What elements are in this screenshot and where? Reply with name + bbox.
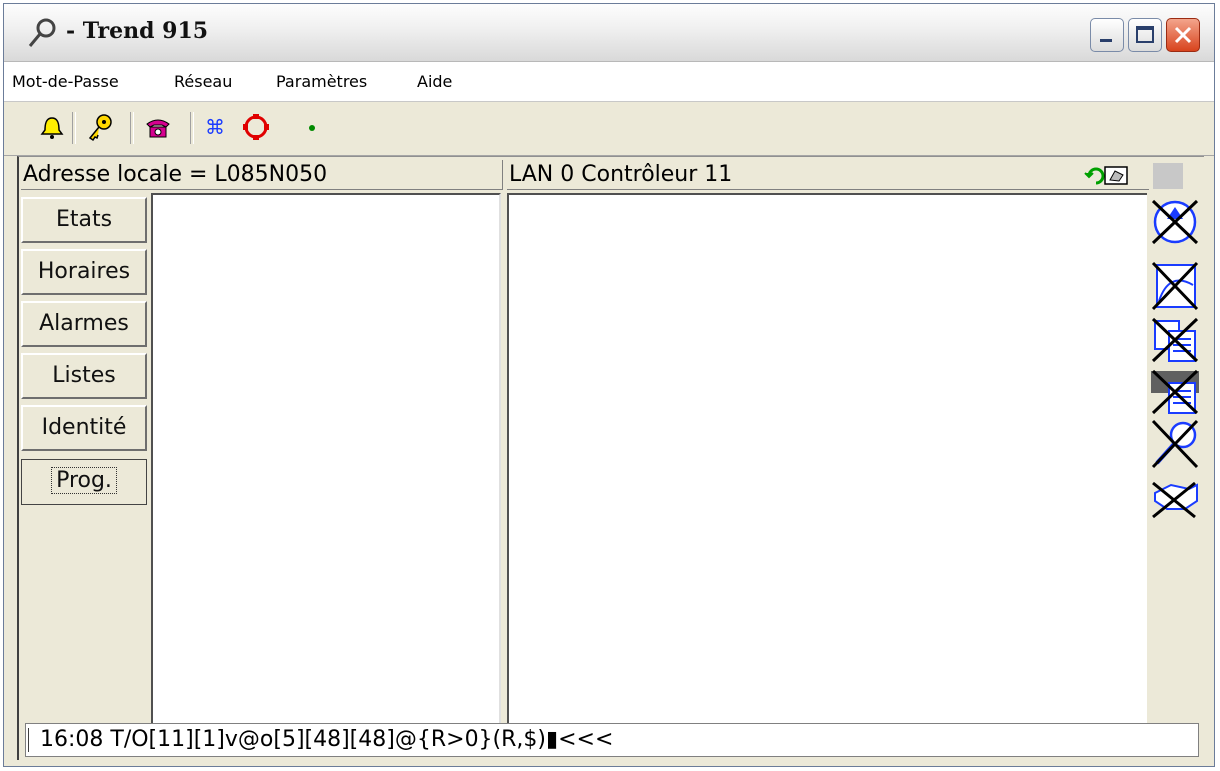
sidebar-button-identite[interactable]: Identité xyxy=(21,405,147,451)
window-title: - Trend 915 xyxy=(66,18,209,44)
handshake-disabled-icon[interactable] xyxy=(1149,475,1201,525)
main-content-panel[interactable] xyxy=(507,193,1147,723)
close-icon xyxy=(1174,26,1192,44)
menu-mot-de-passe[interactable]: Mot-de-Passe xyxy=(12,72,119,91)
sidebar-button-label: Prog. xyxy=(51,467,117,494)
menu-bar: Mot-de-Passe Réseau Paramètres Aide xyxy=(4,62,1214,102)
printer-disabled-icon[interactable] xyxy=(1149,367,1201,417)
minimize-button[interactable] xyxy=(1090,18,1124,52)
sidebar-button-label: Etats xyxy=(55,207,113,232)
sidebar-button-label: Listes xyxy=(52,363,116,388)
sidebar-button-horaires[interactable]: Horaires xyxy=(21,249,147,295)
app-window: - Trend 915 Mot-de-Passe Réseau Paramètr… xyxy=(3,3,1215,767)
toolbar-separator xyxy=(72,112,76,144)
key-icon[interactable] xyxy=(86,112,114,142)
telephone-icon[interactable] xyxy=(144,112,172,142)
sidebar-button-alarmes[interactable]: Alarmes xyxy=(21,301,147,347)
header-grey-block xyxy=(1153,163,1183,189)
toolbar: ⌘ xyxy=(4,102,1214,156)
upload-disabled-icon[interactable] xyxy=(1149,197,1201,247)
maximize-icon xyxy=(1136,26,1154,43)
menu-aide[interactable]: Aide xyxy=(417,72,452,91)
sidebar-button-label: Horaires xyxy=(37,259,131,284)
main-client-area: Adresse locale = L085N050 LAN 0 Contrôle… xyxy=(17,156,1204,760)
refresh-icon[interactable] xyxy=(1083,163,1153,189)
dot-icon[interactable] xyxy=(300,112,328,142)
maximize-button[interactable] xyxy=(1128,18,1162,52)
title-bar[interactable]: - Trend 915 xyxy=(4,4,1214,62)
toolbar-separator xyxy=(190,112,194,144)
app-magnifier-icon xyxy=(28,18,56,47)
circle-icon[interactable] xyxy=(242,112,270,142)
sidebar-button-listes[interactable]: Listes xyxy=(21,353,147,399)
bell-icon[interactable] xyxy=(38,112,66,142)
toolbar-separator xyxy=(130,112,134,144)
close-button[interactable] xyxy=(1166,18,1200,52)
svg-text:⌘: ⌘ xyxy=(205,115,225,139)
sidebar-button-prog[interactable]: Prog. xyxy=(21,459,147,505)
network-icon[interactable]: ⌘ xyxy=(202,112,230,142)
menu-reseau[interactable]: Réseau xyxy=(174,72,232,91)
sidebar-button-etats[interactable]: Etats xyxy=(21,197,147,243)
sidebar-button-label: Identité xyxy=(41,415,127,440)
status-bar: 16:08 T/O[11][1]v@o[5][48][48]@{R>0}(R,$… xyxy=(25,723,1199,757)
document-disabled-icon[interactable] xyxy=(1149,315,1201,365)
tree-panel[interactable] xyxy=(151,193,501,723)
graph-disabled-icon[interactable] xyxy=(1149,261,1201,311)
menu-parametres[interactable]: Paramètres xyxy=(276,72,367,91)
sidebar-button-label: Alarmes xyxy=(39,311,129,336)
controller-header: LAN 0 Contrôleur 11 xyxy=(507,160,1149,190)
local-address-header: Adresse locale = L085N050 xyxy=(21,160,503,190)
minimize-icon xyxy=(1100,39,1112,42)
search-disabled-icon[interactable] xyxy=(1149,419,1201,469)
